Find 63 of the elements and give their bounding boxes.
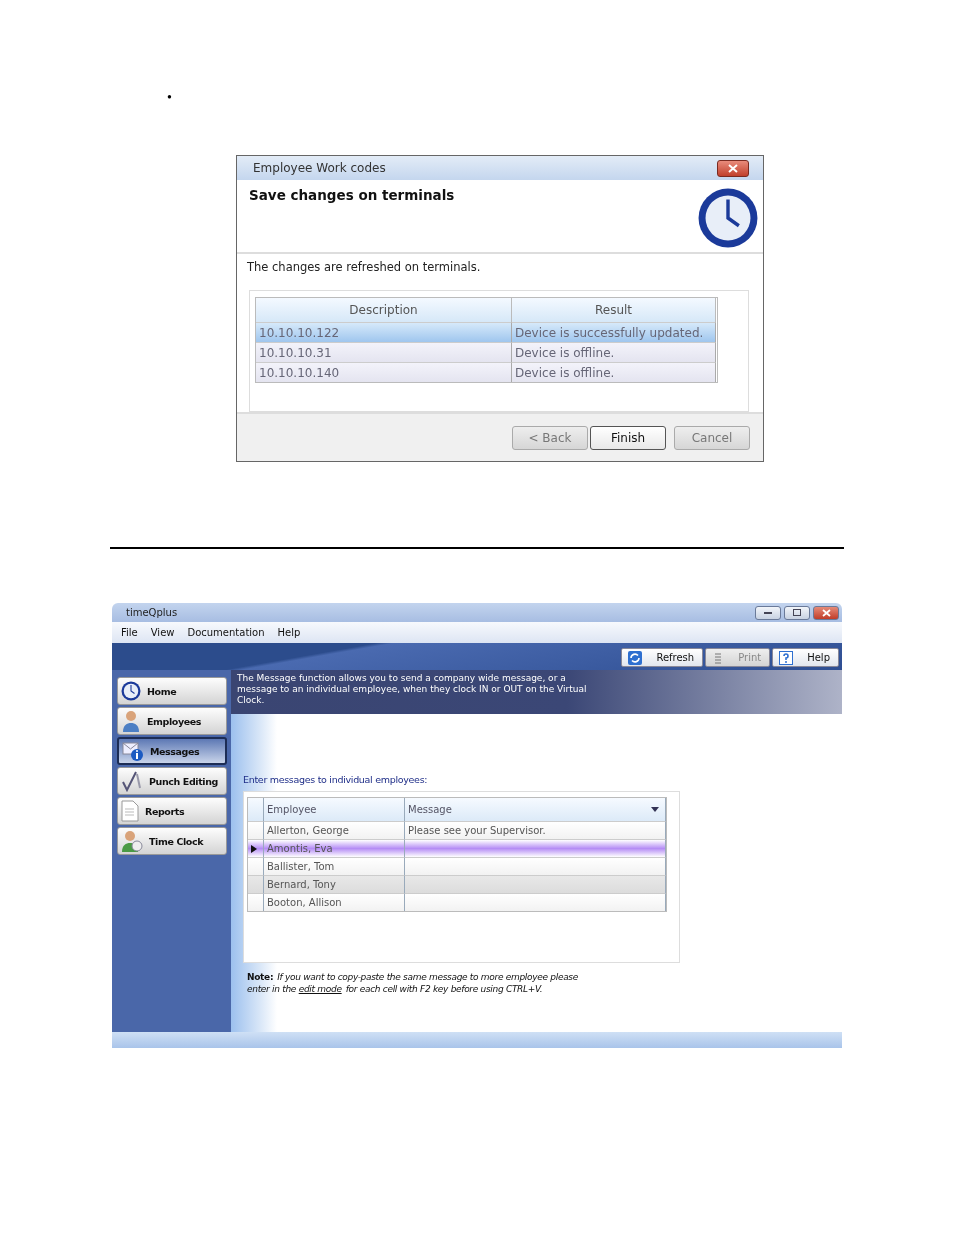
row-indicator[interactable] bbox=[248, 839, 264, 857]
clock-icon bbox=[121, 681, 141, 701]
minimize-icon bbox=[764, 611, 772, 614]
dialog-title: Employee Work codes bbox=[253, 161, 386, 175]
table-cell: Allerton, George bbox=[264, 821, 405, 839]
toolbar-button[interactable]: Refresh bbox=[621, 648, 704, 667]
table-cell[interactable]: Please see your Supervisor. bbox=[405, 821, 666, 839]
close-button[interactable] bbox=[717, 159, 749, 177]
document-icon bbox=[121, 800, 139, 822]
envelope-info-icon bbox=[122, 740, 144, 762]
sidebar-item[interactable]: Time Clock bbox=[117, 827, 227, 855]
dialog-message: The changes are refreshed on terminals. bbox=[246, 259, 482, 276]
table-cell[interactable] bbox=[405, 857, 666, 875]
dropdown-icon bbox=[651, 807, 659, 812]
close-icon bbox=[728, 163, 738, 173]
dialog-heading: Save changes on terminals bbox=[249, 187, 455, 203]
menu-item[interactable]: Help bbox=[277, 627, 301, 638]
table-cell: Device is successfully updated. bbox=[512, 322, 716, 342]
person-icon bbox=[121, 710, 141, 732]
menu-item[interactable]: View bbox=[150, 627, 175, 638]
maximize-icon bbox=[793, 609, 801, 616]
row-pointer-icon bbox=[251, 844, 257, 853]
table-cell: 10.10.10.31 bbox=[256, 342, 512, 362]
table-cell: Ballister, Tom bbox=[264, 857, 405, 875]
sidebar-item[interactable]: Messages bbox=[117, 737, 227, 765]
person-clock-icon bbox=[121, 830, 143, 852]
header-corner bbox=[248, 798, 264, 821]
menu-item[interactable]: File bbox=[121, 627, 138, 638]
table-cell[interactable] bbox=[405, 875, 666, 893]
sidebar-item[interactable]: Punch Editing bbox=[117, 767, 227, 795]
dialog-button[interactable]: Finish bbox=[590, 425, 666, 450]
table-cell[interactable] bbox=[405, 893, 666, 911]
maximize-button[interactable] bbox=[784, 605, 810, 620]
table-cell: Amontis, Eva bbox=[264, 839, 405, 857]
edit-mode-link[interactable]: edit mode bbox=[298, 984, 342, 994]
sidebar-item[interactable]: Employees bbox=[117, 707, 227, 735]
column-header: Description bbox=[256, 298, 512, 322]
banner-text: The Message function allows you to send a company wide message, or a message to an individual employee, when they clock IN or OUT on the Virtual Clock. bbox=[237, 673, 587, 706]
table-cell[interactable] bbox=[405, 839, 666, 857]
column-header[interactable]: Message bbox=[405, 798, 666, 821]
clock-icon bbox=[697, 187, 759, 249]
table-cell: 10.10.10.140 bbox=[256, 362, 512, 382]
help-icon bbox=[779, 650, 794, 665]
table-cell: Booton, Allison bbox=[264, 893, 405, 911]
column-header: Result bbox=[512, 298, 716, 322]
menu-item[interactable]: Documentation bbox=[187, 627, 265, 638]
prompt-text: Enter messages to individual employees: bbox=[243, 774, 429, 785]
table-cell: Bernard, Tony bbox=[264, 875, 405, 893]
app-title: timeQplus bbox=[126, 607, 178, 618]
sidebar-item[interactable]: Reports bbox=[117, 797, 227, 825]
column-header: Employee bbox=[264, 798, 405, 821]
table-cell: Device is offline. bbox=[512, 342, 716, 362]
minimize-button[interactable] bbox=[755, 605, 781, 620]
refresh-icon bbox=[628, 650, 643, 665]
note-text: Note: If you want to copy-paste the same message to more employee please enter in the edit mode for each cell with F2 key before using CTRL+V. bbox=[247, 971, 579, 995]
table-cell: Device is offline. bbox=[512, 362, 716, 382]
table-cell: 10.10.10.122 bbox=[256, 322, 512, 342]
close-icon bbox=[821, 608, 831, 617]
sidebar-item[interactable]: Home bbox=[117, 677, 227, 705]
toolbar-button[interactable]: Help bbox=[772, 648, 839, 667]
checkmark-icon bbox=[121, 770, 143, 792]
close-button[interactable] bbox=[813, 605, 839, 620]
bullet-point: • bbox=[167, 89, 173, 107]
